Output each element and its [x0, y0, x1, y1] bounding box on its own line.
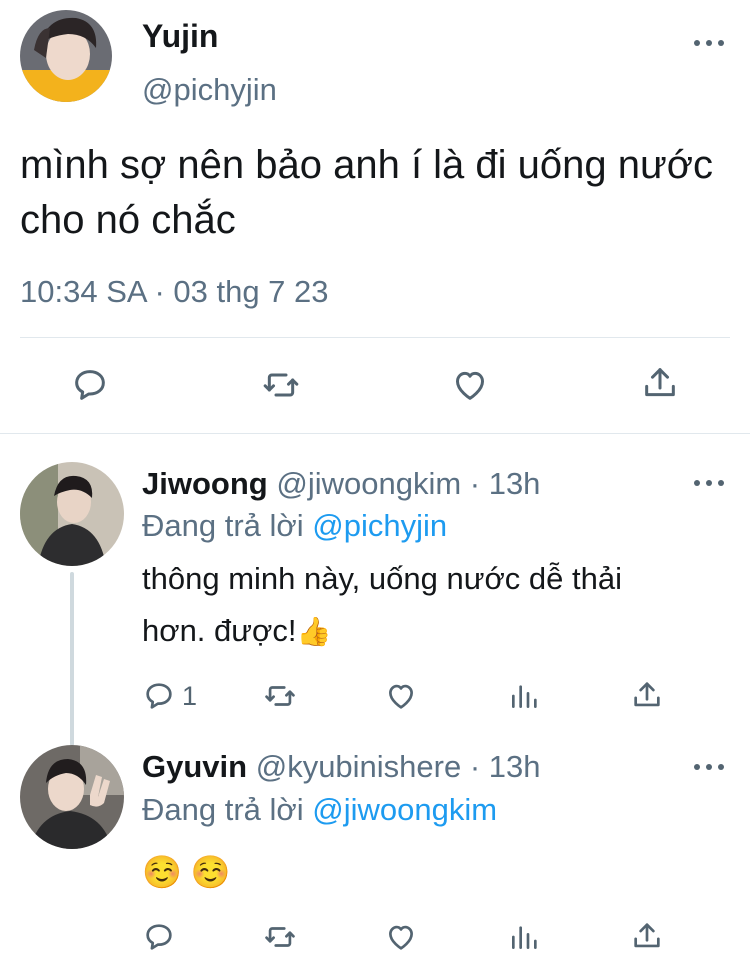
user-handle[interactable]: @pichyjin [142, 72, 277, 108]
replying-to: Đang trả lời @pichyjin [142, 508, 447, 544]
mention-link[interactable]: @pichyjin [312, 508, 447, 543]
replying-prefix: Đang trả lời [142, 508, 313, 543]
handle-time[interactable]: @jiwoongkim · 13h [276, 466, 540, 501]
tweet-text: mình sợ nên bảo anh í là đi uống nước ch… [20, 143, 714, 242]
analytics-icon[interactable] [508, 680, 540, 712]
retweet-icon[interactable] [262, 920, 298, 954]
share-icon[interactable] [640, 363, 680, 403]
more-options-icon[interactable] [694, 762, 724, 772]
reply-text: thông minh này, uống nước dễ thải hơn. đ… [142, 553, 732, 658]
display-name[interactable]: Jiwoong [142, 466, 268, 501]
replying-prefix: Đang trả lời [142, 792, 313, 827]
reply-header[interactable]: Gyuvin @kyubinishere · 13h [142, 749, 541, 785]
reply-count: 1 [182, 681, 198, 711]
more-options-icon[interactable] [694, 38, 724, 48]
retweet-icon[interactable] [260, 365, 302, 405]
reply-icon[interactable] [142, 920, 176, 954]
handle-time[interactable]: @kyubinishere · 13h [256, 749, 541, 784]
share-icon[interactable] [630, 678, 664, 712]
mention-link[interactable]: @jiwoongkim [312, 792, 497, 827]
analytics-icon[interactable] [508, 921, 540, 953]
reply-text-line: thông minh này, uống nước dễ thải [142, 561, 622, 596]
reply-emoji-text: ☺️ ☺️ [142, 854, 231, 890]
reply-icon[interactable] [142, 679, 176, 713]
avatar-jiwoong[interactable] [20, 462, 124, 566]
like-icon[interactable] [384, 920, 418, 954]
more-options-icon[interactable] [694, 478, 724, 488]
reply-icon[interactable] [70, 365, 110, 405]
reply-header[interactable]: Jiwoong @jiwoongkim · 13h [142, 466, 540, 502]
tweet-timestamp[interactable]: 10:34 SA · 03 thg 7 23 [20, 274, 329, 310]
share-icon[interactable] [630, 919, 664, 953]
like-icon[interactable] [450, 365, 490, 405]
replying-to: Đang trả lời @jiwoongkim [142, 792, 497, 828]
retweet-icon[interactable] [262, 679, 298, 713]
display-name[interactable]: Yujin [142, 18, 218, 54]
display-name[interactable]: Gyuvin [142, 749, 247, 784]
reply-text-line: hơn. được!👍 [142, 613, 332, 648]
divider [20, 337, 730, 338]
divider [0, 433, 750, 434]
thread-line [70, 572, 74, 746]
avatar-yujin[interactable] [20, 10, 112, 102]
like-icon[interactable] [384, 679, 418, 713]
thumbs-up-emoji: 👍 [296, 616, 332, 647]
avatar-gyuvin[interactable] [20, 745, 124, 849]
